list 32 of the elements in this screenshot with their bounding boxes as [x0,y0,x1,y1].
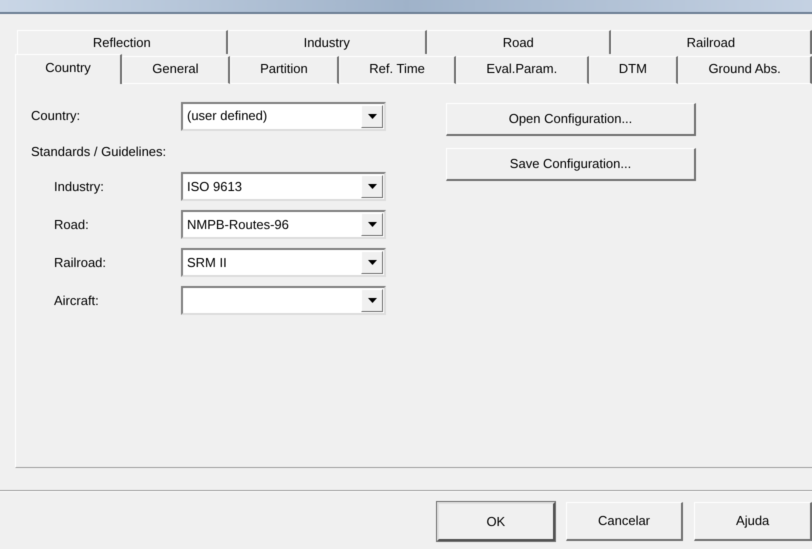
field-label: Road: [54,216,90,234]
dropdown[interactable]: SRM II [181,248,386,277]
config-button[interactable]: Open Configuration... [446,103,696,136]
config-button[interactable]: Save Configuration... [446,148,696,181]
dropdown-arrow-icon [368,298,376,303]
field-label: Industry: [54,178,105,196]
dropdown[interactable] [181,286,386,315]
dropdown[interactable]: (user defined) [181,102,386,130]
tab[interactable]: Railroad [610,30,812,54]
tab[interactable]: Reflection [17,30,228,54]
dialog-button[interactable]: OK [437,502,555,541]
dropdown-arrow-icon [368,184,376,189]
dropdown[interactable]: ISO 9613 [181,172,386,201]
dialog-button[interactable]: Ajuda [694,502,812,541]
tab[interactable]: DTM [588,56,678,84]
dropdown[interactable]: NMPB-Routes-96 [181,210,386,239]
tab[interactable]: Ref. Time [339,56,456,84]
tab[interactable]: General [122,56,230,84]
dropdown-arrow-icon [368,114,376,118]
field-label: Aircraft: [54,292,100,310]
dialog-button[interactable]: Cancelar [566,502,684,541]
tab[interactable]: Road [426,30,611,54]
dropdown-arrow-icon [368,222,376,227]
tab[interactable]: Industry [228,30,427,54]
dropdown-arrow-icon [368,260,376,265]
tab[interactable]: Ground Abs. [678,56,812,84]
field-label: Railroad: [54,254,108,272]
tab[interactable]: Eval.Param. [456,56,588,84]
section-label: Standards / Guidelines: [31,143,168,161]
field-label: Country: [31,107,82,126]
tab[interactable]: Partition [230,56,340,84]
tab[interactable]: Country [15,54,122,84]
